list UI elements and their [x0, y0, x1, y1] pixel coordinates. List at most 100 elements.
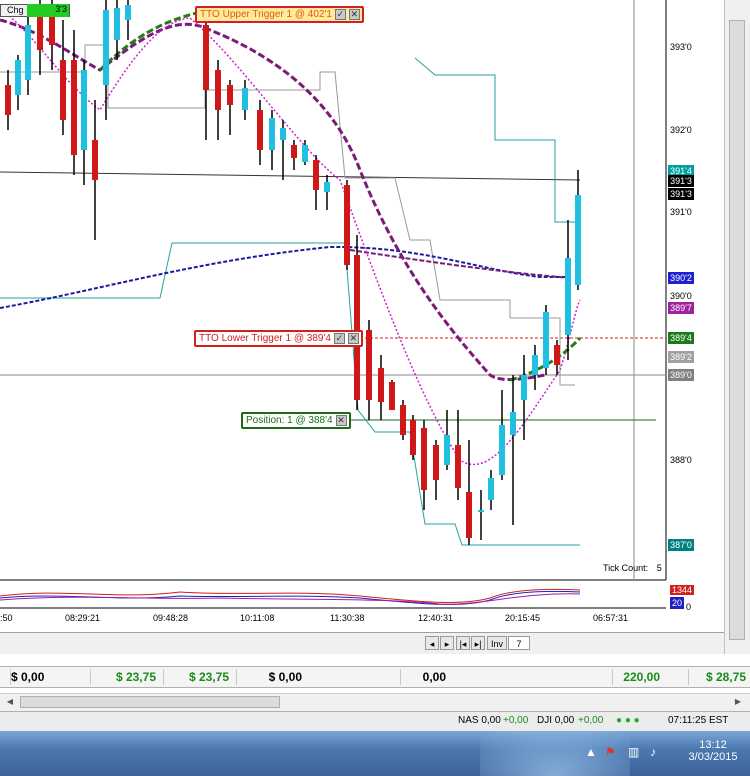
- chart-canvas[interactable]: [0, 0, 724, 632]
- horizontal-scroll-thumb[interactable]: [20, 696, 280, 708]
- down-candle: [60, 60, 66, 120]
- modify-order-icon[interactable]: ✓: [333, 333, 345, 344]
- level-price-tag: 389'0: [668, 369, 694, 381]
- up-candle: [25, 25, 31, 80]
- up-candle: [269, 118, 275, 150]
- tab-first-icon[interactable]: |◂: [456, 636, 470, 650]
- tab-scroll-right-icon[interactable]: ▸: [440, 636, 454, 650]
- down-candle: [466, 492, 472, 538]
- vertical-scrollbar[interactable]: [724, 0, 750, 654]
- up-candle: [543, 312, 549, 368]
- blue-moving-average: [0, 245, 570, 309]
- value-cell: $ 28,75: [688, 669, 750, 685]
- account-values-bar: $ 0,00 $ 23,75 $ 23,75 $ 0,00 0,00 220,0…: [0, 666, 750, 688]
- gray-price-tag: 389'2: [668, 351, 694, 363]
- up-candle: [114, 8, 120, 40]
- bid-price-tag: 391'3: [668, 175, 694, 187]
- lower-trigger-order[interactable]: TTO Lower Trigger 1 @ 389'4 ✓ ✕: [194, 330, 363, 347]
- lower-trigger-label: TTO Lower Trigger 1 @ 389'4: [199, 333, 331, 344]
- tick-count-value: 5: [656, 563, 662, 573]
- price-axis-label: 390'0: [670, 291, 692, 301]
- down-candle: [421, 428, 427, 490]
- time-axis-label: 12:40:31: [418, 613, 454, 623]
- up-candle: [521, 375, 527, 400]
- dji-label: DJI 0,00: [537, 715, 575, 726]
- down-candle: [354, 255, 360, 400]
- position-order[interactable]: Position: 1 @ 388'4 ✕: [241, 412, 351, 429]
- up-candle: [488, 478, 494, 500]
- up-candle: [565, 258, 571, 335]
- vertical-scroll-thumb[interactable]: [729, 20, 745, 640]
- scroll-left-icon[interactable]: ◀: [2, 695, 18, 709]
- down-candle: [291, 145, 297, 158]
- tick-count-label: Tick Count:: [603, 563, 649, 573]
- price-axis-label: 392'0: [670, 125, 692, 135]
- price-chart[interactable]: Chg 3'3 TTO Upper Trigger 1 @ 402'1 ✓ ✕ …: [0, 0, 750, 632]
- purple-long-average: [349, 249, 571, 279]
- tray-expand-icon[interactable]: ▲: [585, 745, 597, 759]
- tab-last-icon[interactable]: ▸|: [471, 636, 485, 650]
- down-candle: [389, 382, 395, 410]
- down-candle: [410, 420, 416, 455]
- value-cell: $ 0,00: [236, 669, 306, 685]
- nas-label: NAS 0,00: [458, 715, 501, 726]
- position-label: Position: 1 @ 388'4: [246, 415, 333, 426]
- up-candle: [15, 60, 21, 95]
- upper-trigger-order[interactable]: TTO Upper Trigger 1 @ 402'1 ✓ ✕: [195, 6, 364, 23]
- down-candle: [71, 60, 77, 155]
- down-candle: [203, 25, 209, 90]
- tray-volume-icon[interactable]: ♪: [650, 745, 656, 759]
- value-cell: $ 0,00: [10, 669, 55, 685]
- indicator-value-tag: 1344: [670, 585, 694, 595]
- down-candle: [455, 445, 461, 488]
- time-axis-label: 20:15:45: [505, 613, 541, 623]
- up-candle: [324, 182, 330, 192]
- indicator-axis-value: 0: [686, 602, 692, 612]
- up-candle: [478, 510, 484, 512]
- chg-value: 3'3: [27, 4, 69, 17]
- connection-status-icon: ● ● ●: [616, 715, 640, 726]
- price-axis-label: 391'0: [670, 207, 692, 217]
- price-axis-label: 388'0: [670, 455, 692, 465]
- down-candle: [215, 70, 221, 110]
- level-line-391: [0, 171, 581, 181]
- tab-scroll-left-icon[interactable]: ◂: [425, 636, 439, 650]
- chg-header: Chg 3'3: [0, 4, 70, 17]
- taskbar-clock[interactable]: 13:12 3/03/2015: [688, 739, 738, 763]
- up-candle: [125, 5, 131, 20]
- tab-7[interactable]: 7: [508, 636, 530, 650]
- close-position-icon[interactable]: ✕: [335, 415, 347, 426]
- down-candle: [344, 185, 350, 265]
- tab-inv[interactable]: Inv: [487, 636, 507, 650]
- upper-trigger-label: TTO Upper Trigger 1 @ 402'1: [200, 9, 332, 20]
- value-cell: 0,00: [400, 669, 450, 685]
- green-moving-average: [98, 10, 582, 382]
- status-time: 07:11:25 EST: [668, 715, 729, 726]
- up-candle: [532, 355, 538, 375]
- value-cell: 220,00: [612, 669, 664, 685]
- horizontal-scrollbar[interactable]: ◀ ▶: [0, 693, 750, 711]
- cancel-order-icon[interactable]: ✕: [348, 9, 360, 20]
- modify-order-icon[interactable]: ✓: [334, 9, 346, 20]
- up-candle: [242, 88, 248, 110]
- down-candle: [433, 445, 439, 480]
- time-axis-label: :50: [0, 613, 13, 623]
- down-candle: [227, 85, 233, 105]
- value-cell: $ 23,75: [90, 669, 160, 685]
- down-candle: [92, 140, 98, 180]
- time-axis-label: 10:11:08: [240, 613, 275, 623]
- cancel-order-icon[interactable]: ✕: [347, 333, 359, 344]
- tray-flag-icon[interactable]: ⚑: [605, 745, 616, 759]
- down-candle: [400, 405, 406, 435]
- scroll-right-icon[interactable]: ▶: [730, 695, 746, 709]
- up-candle: [444, 435, 450, 465]
- tray-network-icon[interactable]: ▥: [628, 745, 639, 759]
- clock-date: 3/03/2015: [688, 751, 738, 763]
- down-candle: [257, 110, 263, 150]
- up-candle: [510, 412, 516, 435]
- up-candle: [81, 70, 87, 150]
- up-candle: [302, 145, 308, 162]
- indicator-value-tag: 20: [670, 597, 684, 609]
- price-axis-label: 393'0: [670, 42, 692, 52]
- up-candle: [499, 425, 505, 475]
